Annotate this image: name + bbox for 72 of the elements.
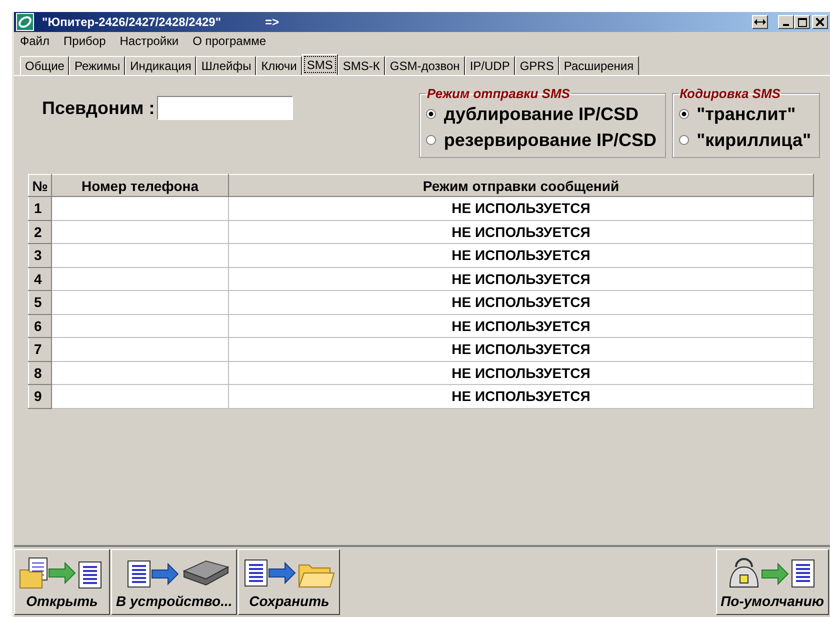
radio-button[interactable] xyxy=(426,109,436,119)
tab[interactable]: Шлейфы xyxy=(196,56,256,75)
group-title: Режим отправки SMS xyxy=(426,86,571,101)
tab[interactable]: Общие xyxy=(20,56,70,75)
radio-button[interactable] xyxy=(678,135,689,145)
table-cell[interactable]: НЕ ИСПОЛЬЗУЕТСЯ xyxy=(228,361,814,384)
tab[interactable]: Ключи xyxy=(256,56,302,75)
radio-button[interactable] xyxy=(678,109,689,119)
tab[interactable]: GPRS xyxy=(514,56,559,75)
table-cell[interactable] xyxy=(52,267,228,290)
tab[interactable]: Расширения xyxy=(558,56,639,75)
alias-field[interactable] xyxy=(156,96,293,120)
minimize-button[interactable] xyxy=(778,15,794,29)
table-cell[interactable]: НЕ ИСПОЛЬЗУЕТСЯ xyxy=(228,196,814,220)
tab[interactable]: SMS-К xyxy=(338,56,385,75)
maximize-button[interactable] xyxy=(794,15,810,29)
radio-button[interactable] xyxy=(426,135,436,145)
table-cell[interactable]: НЕ ИСПОЛЬЗУЕТСЯ xyxy=(228,338,814,361)
radio-label[interactable]: "транслит" xyxy=(696,104,796,124)
table-cell[interactable] xyxy=(52,314,228,338)
tab[interactable]: IP/UDP xyxy=(464,56,515,75)
tab[interactable]: SMS xyxy=(302,54,338,75)
table-cell[interactable] xyxy=(52,196,228,220)
resize-button[interactable] xyxy=(752,15,768,29)
table-cell[interactable] xyxy=(52,384,228,408)
table-cell[interactable]: НЕ ИСПОЛЬЗУЕТСЯ xyxy=(228,244,814,267)
column-header: № xyxy=(28,174,52,196)
close-icon xyxy=(816,18,824,26)
menu-item[interactable]: Файл xyxy=(20,34,50,48)
toolbar-button[interactable]: Сохранить xyxy=(238,549,340,615)
table-cell[interactable]: НЕ ИСПОЛЬЗУЕТСЯ xyxy=(228,220,814,244)
table-cell[interactable]: НЕ ИСПОЛЬЗУЕТСЯ xyxy=(228,314,814,338)
group-title: Кодировка SMS xyxy=(678,86,782,101)
table-cell[interactable] xyxy=(52,361,228,384)
menu-item[interactable]: О программе xyxy=(192,34,266,48)
toolbar-button[interactable]: В устройство... xyxy=(111,549,238,615)
table-cell[interactable] xyxy=(52,244,228,267)
row-number: 4 xyxy=(28,267,52,290)
row-number: 7 xyxy=(28,338,52,361)
row-number: 6 xyxy=(28,314,52,338)
row-number: 2 xyxy=(28,220,52,244)
row-number: 1 xyxy=(28,196,52,220)
menu-item[interactable]: Настройки xyxy=(120,34,179,48)
table-cell[interactable]: НЕ ИСПОЛЬЗУЕТСЯ xyxy=(228,290,814,314)
table-cell[interactable] xyxy=(52,220,228,244)
maximize-icon xyxy=(798,18,806,26)
table-cell[interactable]: НЕ ИСПОЛЬЗУЕТСЯ xyxy=(228,267,814,290)
row-number: 9 xyxy=(28,384,52,408)
tab[interactable]: Индикация xyxy=(125,56,196,75)
row-number: 5 xyxy=(28,290,52,314)
table-cell[interactable] xyxy=(52,290,228,314)
radio-label[interactable]: резервирование IP/CSD xyxy=(444,130,657,150)
toolbar-button[interactable]: Открыть xyxy=(14,549,110,615)
column-header: Номер телефона xyxy=(52,174,228,196)
window-title-arrow: => xyxy=(265,15,280,29)
menu-item[interactable]: Прибор xyxy=(64,34,106,48)
radio-label[interactable]: "кириллица" xyxy=(696,130,811,150)
close-button[interactable] xyxy=(812,15,828,29)
app-icon xyxy=(16,13,34,31)
table-cell[interactable] xyxy=(52,338,228,361)
row-number: 8 xyxy=(28,361,52,384)
double-arrow-icon xyxy=(754,18,766,26)
radio-label[interactable]: дублирование IP/CSD xyxy=(444,104,639,124)
table-cell[interactable]: НЕ ИСПОЛЬЗУЕТСЯ xyxy=(228,384,814,408)
tab[interactable]: GSM-дозвон xyxy=(384,56,465,75)
row-number: 3 xyxy=(28,244,52,267)
window-title: "Юпитер-2426/2427/2428/2429" xyxy=(42,15,222,29)
toolbar-button[interactable]: По-умолчанию xyxy=(716,549,829,615)
alias-label: Псевдоним : xyxy=(42,98,155,118)
document-to-folder-icon xyxy=(243,557,336,589)
column-header: Режим отправки сообщений xyxy=(228,174,814,196)
tab[interactable]: Режимы xyxy=(69,56,126,75)
